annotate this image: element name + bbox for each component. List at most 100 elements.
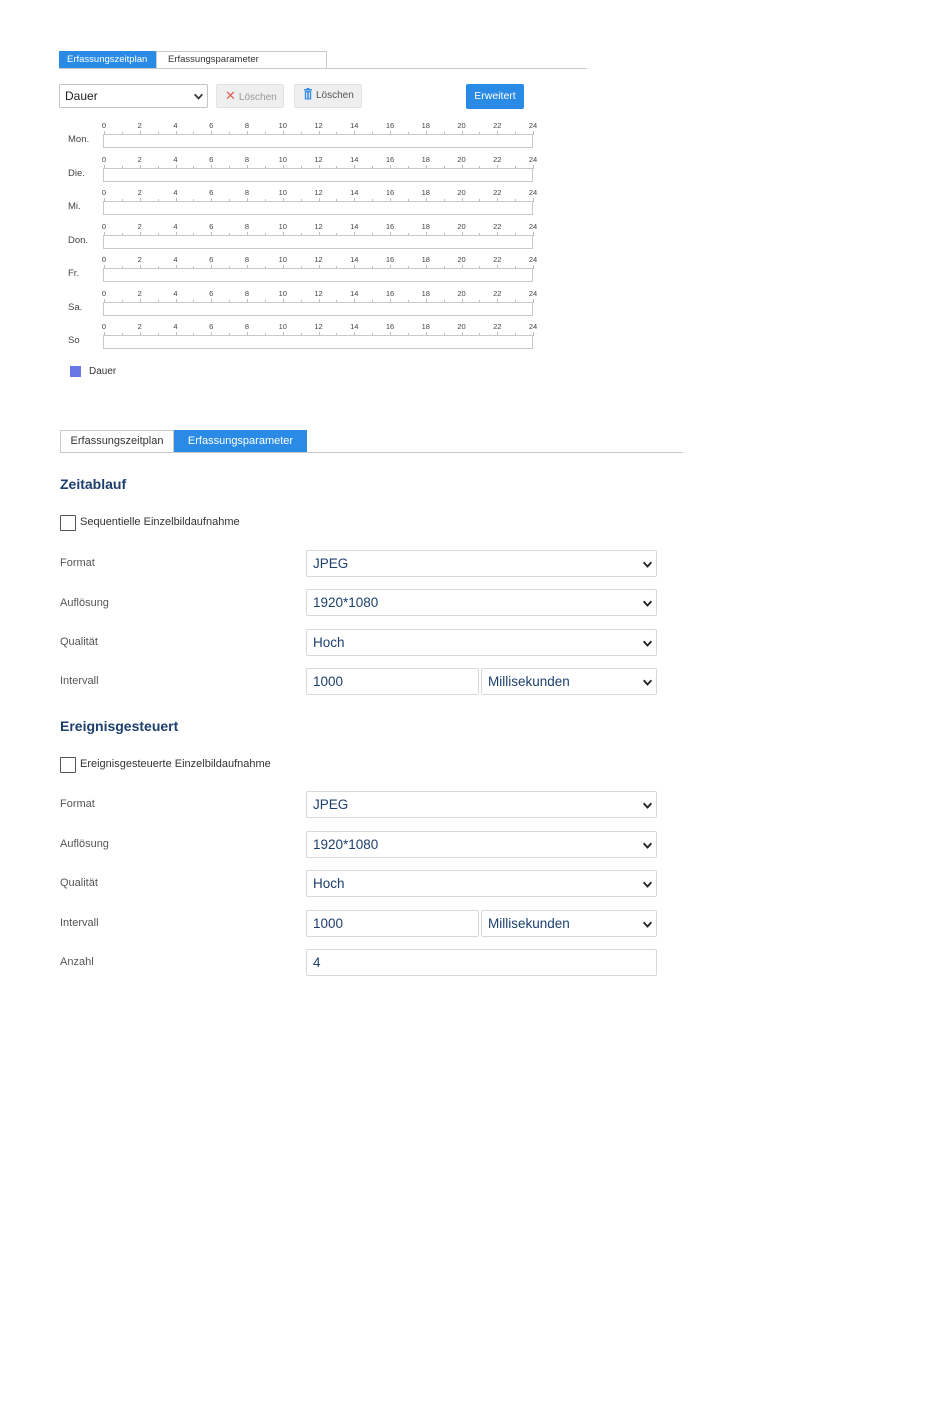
hour-tick-label: 22 <box>493 288 502 298</box>
resolution-select[interactable]: 1920*1080 <box>306 589 657 616</box>
format-select[interactable]: JPEG <box>306 791 657 818</box>
hour-tick-label: 10 <box>278 221 287 231</box>
format-select[interactable]: JPEG <box>306 550 657 577</box>
day-schedule-bar[interactable] <box>103 134 533 148</box>
hour-tick-label: 18 <box>421 121 430 130</box>
hour-tick-label: 2 <box>137 288 142 298</box>
hour-tick-label: 2 <box>137 188 142 197</box>
resolution-value: 1920*1080 <box>313 595 379 610</box>
chevron-down-icon <box>642 640 653 647</box>
interval-input[interactable]: 1000 <box>306 910 479 937</box>
hour-tick-label: 16 <box>385 121 395 130</box>
resolution-select[interactable]: 1920*1080 <box>306 831 657 858</box>
hour-tick-label: 22 <box>493 322 502 331</box>
checkbox-label: Ereignisgesteuerte Einzelbildaufnahme <box>80 758 271 770</box>
hour-tick-label: 16 <box>385 221 395 231</box>
chevron-down-icon <box>642 802 653 809</box>
hour-tick-label: 4 <box>173 255 178 264</box>
day-label: Die. <box>68 167 85 179</box>
hour-tick-label: 6 <box>209 322 214 331</box>
ruler-tick <box>533 298 534 303</box>
interval-unit-select[interactable]: Millisekunden <box>481 910 657 937</box>
hour-tick-label: 4 <box>173 121 178 130</box>
clear-button-label: Löschen <box>238 92 277 103</box>
day-schedule-bar[interactable] <box>103 335 533 349</box>
ruler-tick <box>533 265 534 269</box>
chevron-down-icon <box>642 842 653 849</box>
hour-tick-label: 10 <box>278 255 287 264</box>
day-schedule-bar[interactable] <box>103 234 533 249</box>
checkbox-box[interactable] <box>60 515 76 531</box>
hour-tick-label: 12 <box>314 221 323 231</box>
hour-tick-label: 10 <box>278 288 287 298</box>
hour-tick-label: 18 <box>421 255 430 264</box>
hour-tick-label: 2 <box>137 255 142 264</box>
count-input[interactable]: 4 <box>306 949 657 976</box>
hour-tick-label: 6 <box>209 255 214 264</box>
hour-tick-label: 0 <box>101 221 107 231</box>
hour-tick-label: 2 <box>137 121 142 130</box>
quality-select[interactable]: Hoch <box>306 870 657 897</box>
hour-tick-label: 24 <box>528 288 538 298</box>
quality-value: Hoch <box>313 635 345 650</box>
hour-tick-label: 6 <box>209 121 214 130</box>
day-schedule-bar[interactable] <box>103 201 533 215</box>
hour-tick-label: 4 <box>173 154 178 164</box>
hour-tick-label: 0 <box>101 121 107 130</box>
schedule-type-select[interactable]: Dauer <box>59 84 208 108</box>
hour-tick-label: 6 <box>209 154 214 164</box>
interval-unit-select[interactable]: Millisekunden <box>481 668 657 695</box>
chevron-down-icon <box>642 921 653 928</box>
format-value: JPEG <box>313 556 349 571</box>
checkbox-box[interactable] <box>60 757 76 773</box>
tab-capture-parameters[interactable]: Erfassungsparameter <box>156 51 327 68</box>
quality-select[interactable]: Hoch <box>306 629 657 656</box>
interval-input[interactable]: 1000 <box>306 668 479 695</box>
legend-swatch <box>70 366 81 377</box>
close-icon: ✕ <box>225 88 236 103</box>
resolution-label: Auflösung <box>60 597 109 609</box>
hour-tick-label: 18 <box>421 154 430 164</box>
hour-tick-label: 2 <box>137 221 142 231</box>
tab-capture-parameters-2[interactable]: Erfassungsparameter <box>174 430 307 452</box>
ruler-tick <box>533 231 534 236</box>
hour-tick-label: 20 <box>457 121 466 130</box>
chevron-down-icon <box>194 93 203 100</box>
hour-tick-label: 22 <box>493 121 502 130</box>
trash-icon <box>304 88 312 100</box>
tab-capture-schedule-2[interactable]: Erfassungszeitplan <box>60 430 174 452</box>
hour-tick-label: 20 <box>457 188 466 197</box>
hour-tick-label: 12 <box>314 154 323 164</box>
clear-all-button-label: Löschen <box>316 90 354 101</box>
format-label: Format <box>60 557 95 569</box>
checkbox-label: Sequentielle Einzelbildaufnahme <box>80 516 240 528</box>
day-schedule-bar[interactable] <box>103 301 533 316</box>
hour-tick-label: 6 <box>209 188 214 197</box>
hour-tick-label: 0 <box>101 255 107 264</box>
ruler-tick <box>533 332 534 336</box>
hour-tick-label: 14 <box>350 221 359 231</box>
resolution-label: Auflösung <box>60 838 109 850</box>
hour-tick-label: 10 <box>278 154 287 164</box>
tab-capture-schedule[interactable]: Erfassungszeitplan <box>59 51 156 68</box>
day-schedule-bar[interactable] <box>103 268 533 282</box>
hour-tick-label: 18 <box>421 322 430 331</box>
clear-button[interactable]: ✕ Löschen <box>216 84 284 108</box>
hour-tick-label: 10 <box>278 121 287 130</box>
day-label: Fr. <box>68 268 80 279</box>
day-schedule-bar[interactable] <box>103 167 533 182</box>
hour-tick-label: 18 <box>421 221 430 231</box>
clear-all-button[interactable]: Löschen <box>294 84 362 108</box>
day-label: So <box>68 335 80 346</box>
hour-tick-label: 8 <box>244 255 250 264</box>
advanced-button[interactable]: Erweitert <box>466 84 524 109</box>
resolution-value: 1920*1080 <box>313 837 379 852</box>
hour-tick-label: 8 <box>244 221 250 231</box>
hour-tick-label: 16 <box>385 255 395 264</box>
params-tab-bar: Erfassungszeitplan Erfassungsparameter <box>60 430 683 453</box>
quality-label: Qualität <box>60 877 98 889</box>
hour-tick-label: 8 <box>244 188 250 197</box>
quality-value: Hoch <box>313 876 345 891</box>
hour-tick-label: 16 <box>385 322 395 331</box>
ruler-tick <box>533 131 534 135</box>
